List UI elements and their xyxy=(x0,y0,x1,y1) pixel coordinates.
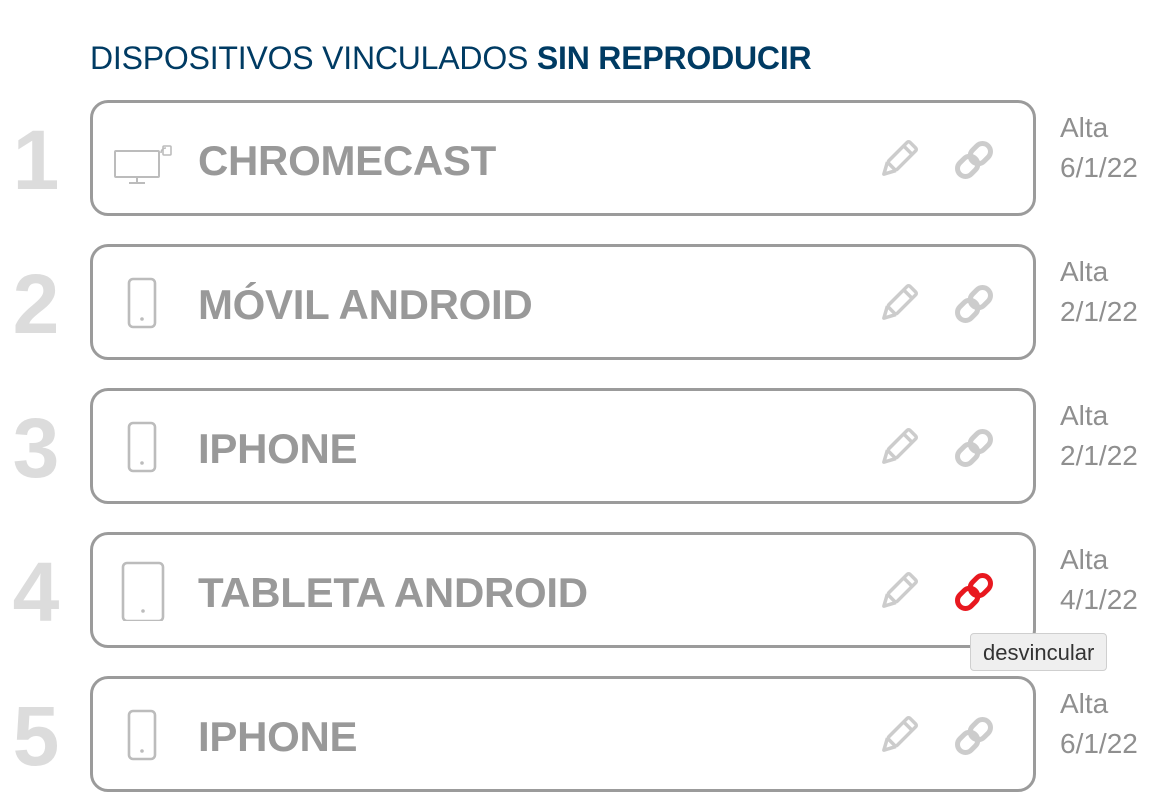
alta-label: Alta xyxy=(1060,112,1109,143)
link-icon xyxy=(955,141,993,179)
pencil-icon xyxy=(882,139,919,176)
pencil-icon xyxy=(882,283,919,320)
smartphone-icon xyxy=(113,417,173,477)
edit-button[interactable] xyxy=(875,425,921,471)
unlink-button[interactable] xyxy=(951,281,997,327)
device-card: IPHONE xyxy=(90,388,1036,504)
registration-date: Alta 2/1/22 xyxy=(1060,252,1138,332)
registration-date: Alta 6/1/22 xyxy=(1060,108,1138,188)
smartphone-icon xyxy=(113,705,173,765)
device-card: TABLETA ANDROID xyxy=(90,532,1036,648)
edit-button[interactable] xyxy=(875,137,921,183)
smartphone-icon xyxy=(113,273,173,333)
unlink-button[interactable] xyxy=(951,713,997,759)
edit-button[interactable] xyxy=(875,281,921,327)
unlink-button[interactable] xyxy=(951,569,997,615)
section-title-prefix: DISPOSITIVOS VINCULADOS xyxy=(90,40,529,76)
link-icon xyxy=(955,285,993,323)
device-card: MÓVIL ANDROID xyxy=(90,244,1036,360)
device-row: 5 IPHONE Alta 6/1/22 xyxy=(0,676,1156,796)
device-card: IPHONE xyxy=(90,676,1036,792)
device-index: 2 xyxy=(12,257,60,351)
alta-date: 2/1/22 xyxy=(1060,440,1138,471)
link-icon xyxy=(955,429,993,467)
link-icon xyxy=(955,573,993,611)
registration-date: Alta 2/1/22 xyxy=(1060,396,1138,476)
alta-date: 2/1/22 xyxy=(1060,296,1138,327)
device-name: CHROMECAST xyxy=(198,137,496,184)
device-row: 1 CHROMECAST Alta 6/1/22 xyxy=(0,100,1156,220)
pencil-icon xyxy=(882,427,919,464)
alta-label: Alta xyxy=(1060,400,1109,431)
section-title: DISPOSITIVOS VINCULADOS SIN REPRODUCIR xyxy=(90,38,812,78)
alta-label: Alta xyxy=(1060,256,1109,287)
pencil-icon xyxy=(882,571,919,608)
alta-label: Alta xyxy=(1060,544,1109,575)
section-title-highlight: SIN REPRODUCIR xyxy=(536,40,812,76)
device-index: 3 xyxy=(12,401,60,495)
link-icon xyxy=(955,717,993,755)
unlink-button[interactable] xyxy=(951,137,997,183)
device-card: CHROMECAST xyxy=(90,100,1036,216)
alta-date: 4/1/22 xyxy=(1060,584,1138,615)
pencil-icon xyxy=(882,715,919,752)
registration-date: Alta 4/1/22 xyxy=(1060,540,1138,620)
unlink-tooltip: desvincular xyxy=(970,633,1108,671)
device-index: 5 xyxy=(12,689,60,783)
device-name: IPHONE xyxy=(198,425,358,472)
edit-button[interactable] xyxy=(875,713,921,759)
tablet-icon xyxy=(113,561,173,621)
device-row: 2 MÓVIL ANDROID Alta 2/1/22 xyxy=(0,244,1156,364)
device-index: 4 xyxy=(12,545,60,639)
device-name: TABLETA ANDROID xyxy=(198,569,588,616)
alta-date: 6/1/22 xyxy=(1060,728,1138,759)
alta-label: Alta xyxy=(1060,688,1109,719)
device-row: 3 IPHONE Alta 2/1/22 xyxy=(0,388,1156,508)
unlink-button[interactable] xyxy=(951,425,997,471)
tv-cast-icon xyxy=(113,129,173,189)
device-name: MÓVIL ANDROID xyxy=(198,281,533,328)
device-name: IPHONE xyxy=(198,713,358,760)
edit-button[interactable] xyxy=(875,569,921,615)
alta-date: 6/1/22 xyxy=(1060,152,1138,183)
registration-date: Alta 6/1/22 xyxy=(1060,684,1138,764)
device-index: 1 xyxy=(12,113,60,207)
